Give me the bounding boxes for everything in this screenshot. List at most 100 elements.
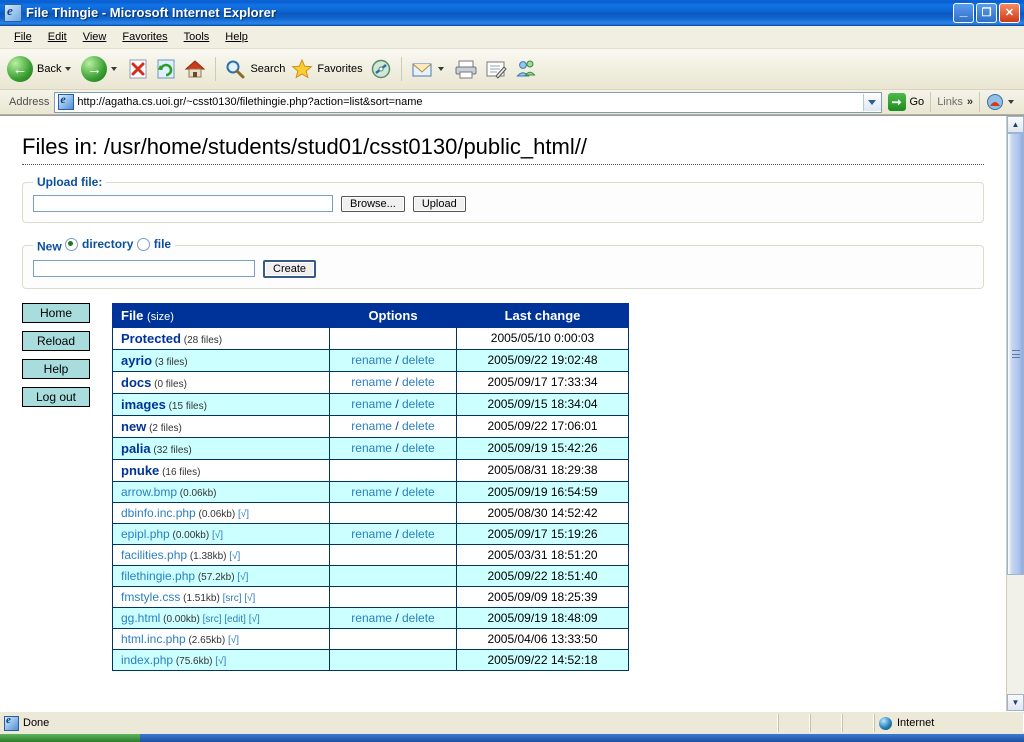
file-tag-check[interactable]: [√] [225, 635, 239, 646]
delete-link[interactable]: delete [402, 485, 435, 499]
rename-link[interactable]: rename [351, 441, 392, 455]
create-button[interactable]: Create [263, 259, 317, 278]
directory-link[interactable]: Protected [121, 331, 181, 346]
sidebar-item-logout[interactable]: Log out [22, 386, 90, 407]
radio-file[interactable]: file [136, 237, 171, 251]
rename-link[interactable]: rename [351, 485, 392, 499]
vertical-scrollbar[interactable]: ▲ ▼ [1006, 116, 1024, 711]
address-input[interactable]: http://agatha.cs.uoi.gr/~csst0130/fileth… [54, 91, 882, 113]
scroll-down-button[interactable]: ▼ [1007, 694, 1024, 711]
file-tag-check[interactable]: [√] [227, 551, 240, 562]
new-name-input[interactable] [33, 260, 255, 277]
menu-item-help[interactable]: Help [217, 29, 256, 45]
file-link[interactable]: index.php [121, 653, 173, 667]
directory-link[interactable]: new [121, 419, 146, 434]
address-dropdown-button[interactable] [862, 93, 881, 111]
delete-link[interactable]: delete [402, 441, 435, 455]
file-tag-check[interactable]: [√] [246, 614, 260, 625]
file-tag-check[interactable]: [√] [235, 572, 248, 583]
upload-file-input[interactable] [33, 195, 333, 212]
delete-link[interactable]: delete [402, 419, 435, 433]
stop-button[interactable] [124, 52, 152, 86]
cell-file-name: palia (32 files) [112, 436, 330, 460]
file-meta: (1.51kb) [180, 592, 220, 604]
directory-link[interactable]: images [121, 397, 166, 412]
scroll-up-button[interactable]: ▲ [1007, 116, 1024, 133]
scrollbar-thumb[interactable] [1007, 133, 1024, 575]
messenger-button[interactable] [511, 52, 541, 86]
sidebar-item-reload[interactable]: Reload [22, 330, 90, 351]
file-tag-src[interactable]: [src] [220, 593, 242, 604]
menu-item-edit[interactable]: Edit [40, 29, 75, 45]
favorites-button[interactable]: Favorites [288, 52, 365, 86]
history-button[interactable] [366, 52, 396, 86]
radio-directory[interactable]: directory [65, 237, 133, 251]
security-zone[interactable]: Internet [874, 714, 1024, 732]
file-link[interactable]: dbinfo.inc.php [121, 506, 196, 520]
directory-link[interactable]: ayrio [121, 353, 152, 368]
cell-options: rename / delete [329, 480, 457, 503]
file-tag-check[interactable]: [√] [241, 593, 255, 604]
forward-dropdown-icon[interactable] [111, 67, 118, 71]
option-separator: / [391, 397, 402, 411]
rename-link[interactable]: rename [351, 353, 392, 367]
file-tag-check[interactable]: [√] [213, 656, 226, 667]
file-tag-src[interactable]: [src] [200, 614, 222, 625]
file-tag-check[interactable]: [√] [209, 530, 223, 541]
file-link[interactable]: gg.html [121, 611, 160, 625]
go-button[interactable]: ➞ Go [882, 93, 931, 111]
menu-item-file[interactable]: File [6, 29, 40, 45]
directory-link[interactable]: palia [121, 441, 151, 456]
acrobat-toolbar-button[interactable] [979, 92, 1024, 112]
start-button[interactable] [0, 734, 140, 742]
browse-button[interactable]: Browse... [341, 195, 405, 212]
links-bar[interactable]: Links » [930, 92, 979, 112]
file-tag-check[interactable]: [√] [235, 509, 249, 520]
file-link[interactable]: fmstyle.css [121, 590, 180, 604]
rename-link[interactable]: rename [351, 527, 392, 541]
close-button[interactable]: ✕ [999, 2, 1020, 23]
search-button[interactable]: Search [221, 52, 288, 86]
mail-dropdown-icon[interactable] [437, 67, 444, 71]
scrollbar-track[interactable] [1007, 133, 1024, 694]
menu-item-view[interactable]: View [75, 29, 115, 45]
file-link[interactable]: facilities.php [121, 548, 187, 562]
menu-item-favorites[interactable]: Favorites [114, 29, 175, 45]
delete-link[interactable]: delete [402, 527, 435, 541]
file-tag-edit[interactable]: [edit] [222, 614, 246, 625]
rename-link[interactable]: rename [351, 397, 392, 411]
column-header-file[interactable]: File (size) [112, 302, 330, 328]
file-link[interactable]: filethingie.php [121, 569, 195, 583]
rename-link[interactable]: rename [351, 375, 392, 389]
edit-button[interactable] [481, 52, 511, 86]
acrobat-dropdown-icon[interactable] [1008, 100, 1014, 104]
menu-item-tools[interactable]: Tools [176, 29, 218, 45]
back-dropdown-icon[interactable] [65, 67, 72, 71]
forward-button[interactable]: → [78, 52, 124, 86]
column-header-options[interactable]: Options [329, 302, 457, 328]
sidebar-item-help[interactable]: Help [22, 358, 90, 379]
minimize-button[interactable]: _ [953, 2, 974, 23]
back-button[interactable]: ← Back [4, 52, 78, 86]
print-button[interactable] [451, 52, 481, 86]
mail-button[interactable] [407, 52, 451, 86]
links-chevron-icon[interactable]: » [967, 96, 973, 108]
upload-button[interactable]: Upload [412, 195, 466, 212]
cell-file-name: html.inc.php (2.65kb) [√] [112, 627, 330, 650]
home-button[interactable] [180, 52, 210, 86]
rename-link[interactable]: rename [351, 611, 392, 625]
directory-link[interactable]: pnuke [121, 463, 159, 478]
file-link[interactable]: epipl.php [121, 527, 170, 541]
column-header-last-change[interactable]: Last change [456, 302, 629, 328]
file-link[interactable]: arrow.bmp [121, 485, 177, 499]
file-link[interactable]: html.inc.php [121, 632, 186, 646]
directory-link[interactable]: docs [121, 375, 151, 390]
rename-link[interactable]: rename [351, 419, 392, 433]
delete-link[interactable]: delete [402, 353, 435, 367]
delete-link[interactable]: delete [402, 375, 435, 389]
sidebar-item-home[interactable]: Home [22, 302, 90, 323]
refresh-button[interactable] [152, 52, 180, 86]
delete-link[interactable]: delete [402, 397, 435, 411]
delete-link[interactable]: delete [402, 611, 435, 625]
restore-button[interactable]: ❐ [976, 2, 997, 23]
